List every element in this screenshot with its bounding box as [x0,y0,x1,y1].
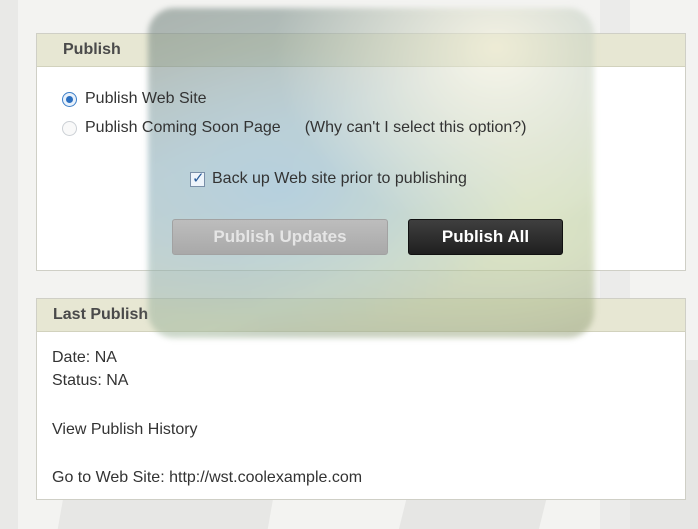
publish-coming-soon-label: Publish Coming Soon Page [85,119,281,136]
last-publish-date: Date: NA [52,349,117,366]
last-publish-status: Status: NA [52,372,129,389]
background-shape [0,0,18,529]
web-site-url-link[interactable]: http://wst.coolexample.com [169,469,362,486]
publish-web-site-label: Publish Web Site [85,90,207,107]
backup-checkbox[interactable] [190,169,205,187]
publish-coming-soon-option: Publish Coming Soon Page (Why can't I se… [62,119,527,137]
view-publish-history-link[interactable]: View Publish History [52,421,198,439]
go-to-web-site-label: Go to Web Site: [52,469,170,486]
publish-all-button[interactable]: Publish All [408,219,563,255]
why-cant-select-link[interactable]: (Why can't I select this option?) [305,119,527,137]
go-to-web-site-row: Go to Web Site: http://wst.coolexample.c… [52,469,362,487]
radio-selected-icon[interactable] [62,91,77,107]
backup-option[interactable]: Back up Web site prior to publishing [190,169,467,188]
publish-updates-button: Publish Updates [172,219,388,255]
publish-web-site-option[interactable]: Publish Web Site [62,90,207,108]
radio-disabled-icon [62,120,77,136]
backup-label: Back up Web site prior to publishing [212,170,467,187]
